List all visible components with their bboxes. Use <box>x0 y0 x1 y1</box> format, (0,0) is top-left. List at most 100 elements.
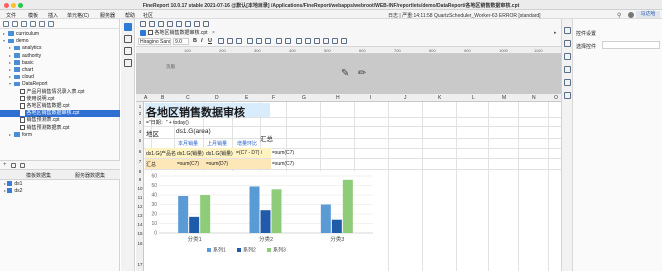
row-header[interactable]: 11 <box>136 195 144 200</box>
widget-setting-icon[interactable] <box>564 79 571 86</box>
report-title-cell[interactable]: 各地区销售数据审核 <box>146 104 245 120</box>
growth-formula-cell[interactable]: =(C7 - D7) / D7 <box>236 150 262 156</box>
total-label-cell[interactable]: 汇总 <box>146 161 156 168</box>
new-folder-icon[interactable] <box>3 21 9 27</box>
row-header[interactable]: 13 <box>136 213 144 218</box>
open-icon[interactable] <box>12 21 18 27</box>
link-icon[interactable] <box>564 92 571 99</box>
font-family-select[interactable]: Hiragino Sans GB <box>138 38 171 45</box>
log-status[interactable]: 日志 | 严重:14:11:58 QuartzScheduler_Worker-… <box>388 12 541 19</box>
menu-cell[interactable]: 单元格(C) <box>67 12 89 19</box>
region-expression-cell[interactable]: ds1.G(area) <box>176 128 211 135</box>
refresh-icon[interactable] <box>21 21 27 27</box>
row-header[interactable]: 17 <box>136 262 144 267</box>
add-dataset-icon[interactable]: + <box>3 162 7 168</box>
last-sales-cell[interactable]: ds1.G(销量) <box>206 150 233 157</box>
paste-icon[interactable] <box>185 21 191 27</box>
align-center-icon[interactable] <box>227 38 233 44</box>
user-login-button[interactable]: 马达哈 <box>636 11 660 18</box>
column-header[interactable]: L <box>472 95 475 101</box>
format-painter-icon[interactable] <box>194 21 200 27</box>
row-header[interactable]: 14 <box>136 222 144 227</box>
column-header[interactable]: D <box>215 95 219 101</box>
condition-attribute-icon[interactable] <box>564 53 571 60</box>
tree-file[interactable]: 销售预测表.cpt <box>0 117 120 124</box>
menu-insert[interactable]: 插入 <box>48 12 58 19</box>
row-header[interactable]: 9 <box>136 177 144 182</box>
tree-folder[interactable]: ▾ demo <box>0 38 120 45</box>
tree-folder[interactable]: ▸ cloud <box>0 74 120 81</box>
tree-folder[interactable]: ▸ analytics <box>0 45 120 52</box>
row-header[interactable]: 10 <box>136 186 144 191</box>
report-icon[interactable] <box>124 23 132 31</box>
row-header[interactable]: 8 <box>136 169 144 174</box>
tree-file[interactable]: 产品月销售情况录入表.cpt <box>0 88 120 96</box>
sales-bar-chart[interactable]: 0 10 20 30 40 50 60 分类1 分类2 分类3 系列1 系列2 系列3 <box>145 171 380 271</box>
menu-community[interactable]: 社区 <box>143 12 153 19</box>
tree-folder[interactable]: ▸ curriculum <box>0 31 120 38</box>
menu-template[interactable]: 模板 <box>28 12 38 19</box>
insert-image-icon[interactable] <box>332 38 338 44</box>
align-left-icon[interactable] <box>218 38 224 44</box>
tree-file[interactable]: 各地区销售数据审核.cpt <box>0 110 120 117</box>
current-month-sales-label[interactable]: 本月销量 <box>178 140 198 147</box>
column-header[interactable]: G <box>302 95 306 101</box>
collapse-icon[interactable]: ▸ <box>554 30 557 36</box>
form-icon[interactable] <box>124 35 132 43</box>
hyperlink-icon[interactable] <box>314 38 320 44</box>
save-icon[interactable] <box>140 21 146 27</box>
menu-file[interactable]: 文件 <box>6 12 16 19</box>
row-header[interactable]: 5 <box>136 138 144 143</box>
grand-total-cell[interactable]: =sum(C7) <box>272 161 294 167</box>
user-icon[interactable] <box>628 12 634 18</box>
insert-subreport-icon[interactable] <box>341 38 347 44</box>
insert-row-icon[interactable] <box>296 38 302 44</box>
font-size-select[interactable]: 9.0 <box>173 38 189 45</box>
column-header[interactable]: B <box>161 95 164 101</box>
merge-cell-icon[interactable] <box>276 38 282 44</box>
edit-dataset-icon[interactable] <box>11 163 16 168</box>
row-header[interactable]: 12 <box>136 204 144 209</box>
tree-file[interactable]: 各地区销售数据.cpt <box>0 103 120 110</box>
row-sum-cell[interactable]: =sum(C7) <box>272 150 294 156</box>
split-cell-icon[interactable] <box>285 38 291 44</box>
tree-file[interactable]: 销售预测数据表.cpt <box>0 124 120 132</box>
row-header[interactable]: 16 <box>136 241 144 246</box>
hyperlink-panel-icon[interactable] <box>564 66 571 73</box>
total-current-cell[interactable]: =sum(C7) <box>177 161 199 167</box>
expand-arrow-icon[interactable]: ▸ <box>4 188 6 193</box>
row-header[interactable]: 1 <box>136 104 144 109</box>
fill-color-icon[interactable] <box>256 38 262 44</box>
column-header[interactable]: O <box>554 95 558 101</box>
column-header[interactable]: I <box>370 95 371 101</box>
insert-column-icon[interactable] <box>305 38 311 44</box>
cell-attribute-icon[interactable] <box>564 27 571 34</box>
copy-icon[interactable] <box>176 21 182 27</box>
total-last-cell[interactable]: =sum(D7) <box>206 161 228 167</box>
hide-header-icon[interactable]: ✎ <box>341 68 349 79</box>
column-header[interactable]: M <box>502 95 506 101</box>
region-label-cell[interactable]: 地区 <box>146 128 159 138</box>
current-sales-cell[interactable]: ds1.G(销量) <box>177 150 204 157</box>
column-header[interactable]: N <box>532 95 536 101</box>
preview-icon[interactable] <box>203 21 209 27</box>
cut-icon[interactable] <box>167 21 173 27</box>
tree-folder[interactable]: ▸ chart <box>0 67 120 74</box>
tab-template-dataset[interactable]: 模板数据集 <box>26 172 51 179</box>
column-header[interactable]: F <box>272 95 275 101</box>
widget-select-input[interactable] <box>602 41 660 49</box>
row-header[interactable]: 6 <box>136 149 144 154</box>
column-header[interactable]: H <box>336 95 340 101</box>
menu-server[interactable]: 服务器 <box>100 12 115 19</box>
row-header[interactable]: 3 <box>136 120 144 125</box>
tree-folder[interactable]: ▸ form <box>0 132 120 139</box>
bold-button[interactable]: B <box>193 38 197 44</box>
search-icon[interactable]: ⚲ <box>617 12 621 19</box>
expand-arrow-icon[interactable]: ▸ <box>4 181 6 186</box>
cell-element-icon[interactable] <box>564 40 571 47</box>
redo-icon[interactable] <box>158 21 164 27</box>
last-month-sales-label[interactable]: 上月销量 <box>207 140 227 147</box>
column-header[interactable]: K <box>438 95 441 101</box>
tab-server-dataset[interactable]: 服务器数据集 <box>75 172 105 179</box>
italic-button[interactable]: I <box>201 38 203 44</box>
